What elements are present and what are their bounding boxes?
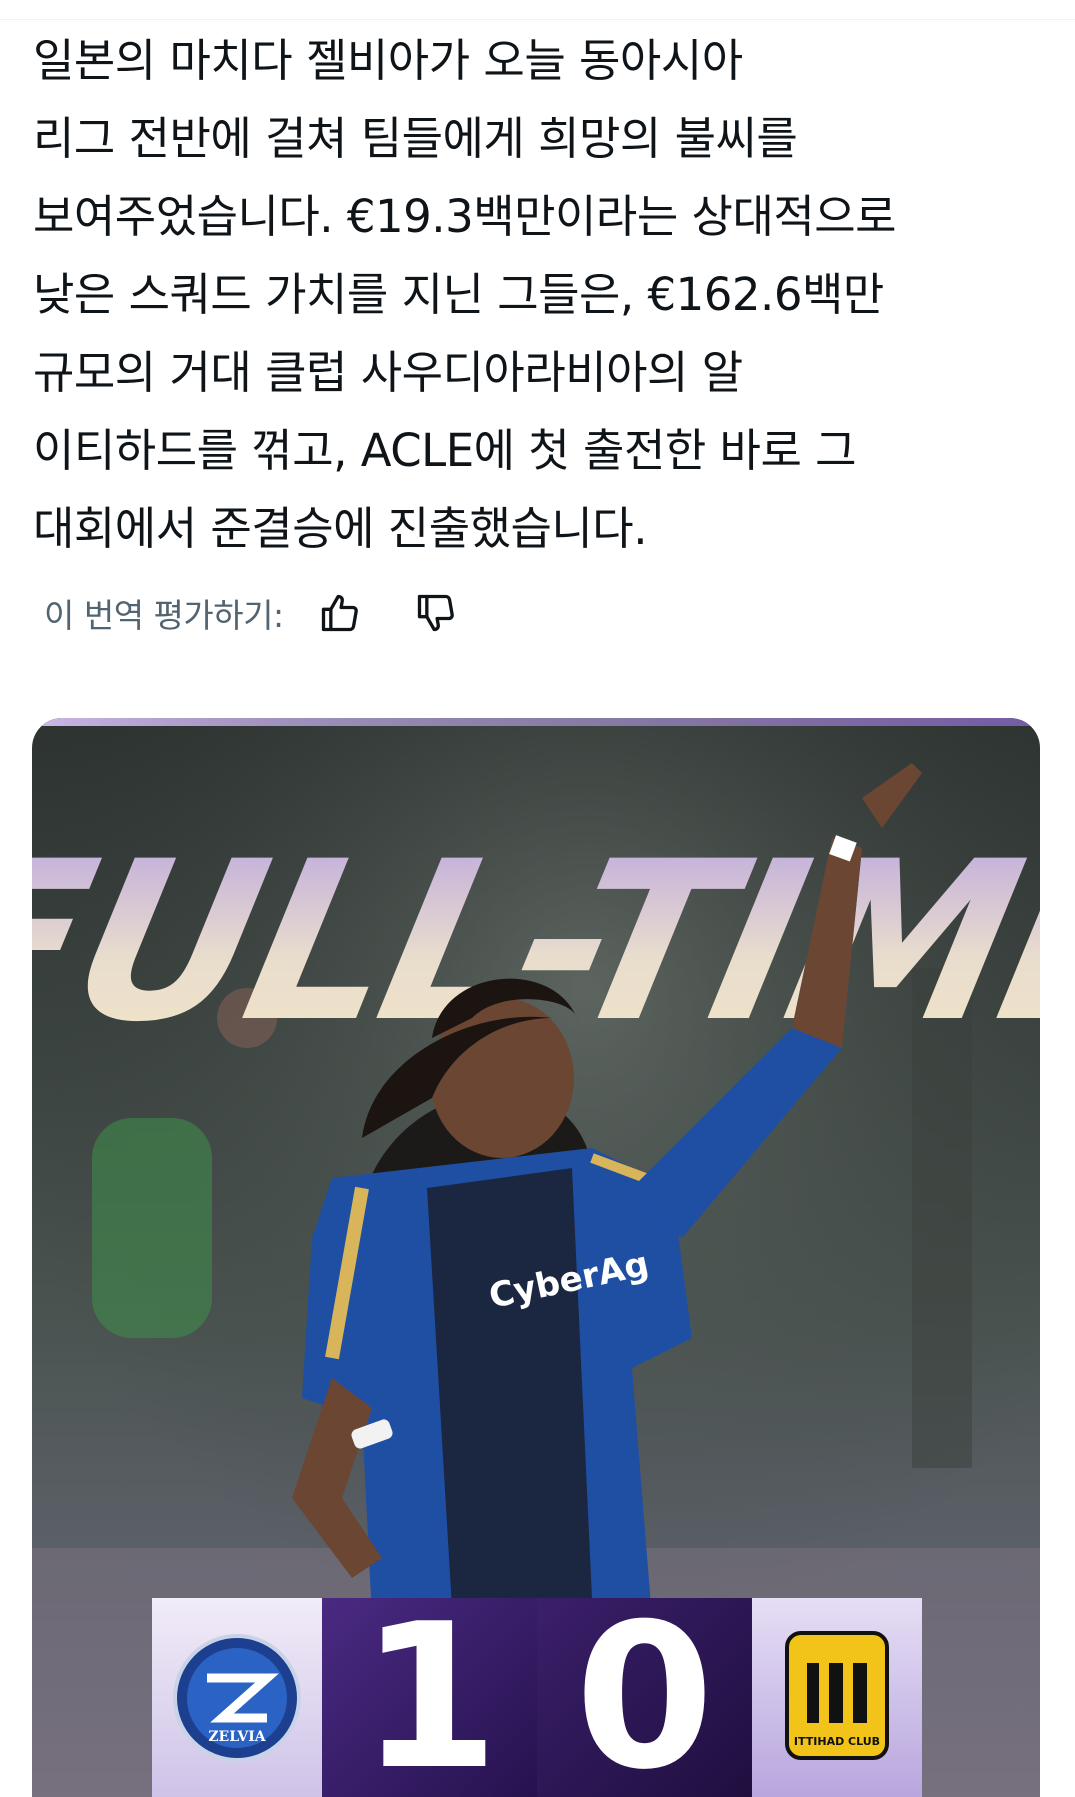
svg-text:ITTIHAD CLUB: ITTIHAD CLUB: [794, 1735, 880, 1748]
translation-rating: 이 번역 평가하기:: [44, 583, 462, 643]
tweet-line: 규모의 거대 클럽 사우디아라비아의 알: [33, 346, 743, 399]
translation-rating-label: 이 번역 평가하기:: [44, 596, 284, 635]
tweet-line: 대회에서 준결승에 진출했습니다.: [33, 502, 648, 555]
thumbs-down-button[interactable]: [410, 587, 462, 639]
thumbs-down-icon: [417, 594, 454, 632]
home-team-crest: ZELVIA: [152, 1598, 322, 1797]
tweet-line: 리그 전반에 걸쳐 팀들에게 희망의 불씨를: [33, 112, 798, 165]
zelvia-crest-icon: ZELVIA: [173, 1633, 301, 1762]
top-divider: [0, 0, 1075, 20]
tweet-text: 일본의 마치다 젤비아가 오늘 동아시아 리그 전반에 걸쳐 팀들에게 희망의 …: [33, 22, 1043, 568]
ittihad-crest-icon: ITTIHAD CLUB: [785, 1630, 889, 1760]
thumbs-up-button[interactable]: [314, 587, 366, 639]
tweet-line: 낮은 스쿼드 가치를 지닌 그들은, €162.6백만: [33, 268, 884, 321]
tweet-line: 이티하드를 꺾고, ACLE에 첫 출전한 바로 그: [33, 424, 857, 477]
tweet-media-image[interactable]: FULL-TIME CyberAg ZELVIA 1 0 ITTIHAD CLU…: [32, 718, 1040, 1797]
away-score: 0: [537, 1597, 752, 1797]
thumbs-up-icon: [321, 594, 358, 632]
tweet-line: 일본의 마치다 젤비아가 오늘 동아시아: [33, 34, 743, 87]
home-score: 1: [322, 1597, 537, 1797]
tweet-line: 보여주었습니다. €19.3백만이라는 상대적으로: [33, 190, 897, 243]
svg-text:ZELVIA: ZELVIA: [208, 1729, 266, 1745]
scoreboard: ZELVIA 1 0 ITTIHAD CLUB: [152, 1597, 922, 1797]
away-team-crest: ITTIHAD CLUB: [752, 1598, 922, 1797]
